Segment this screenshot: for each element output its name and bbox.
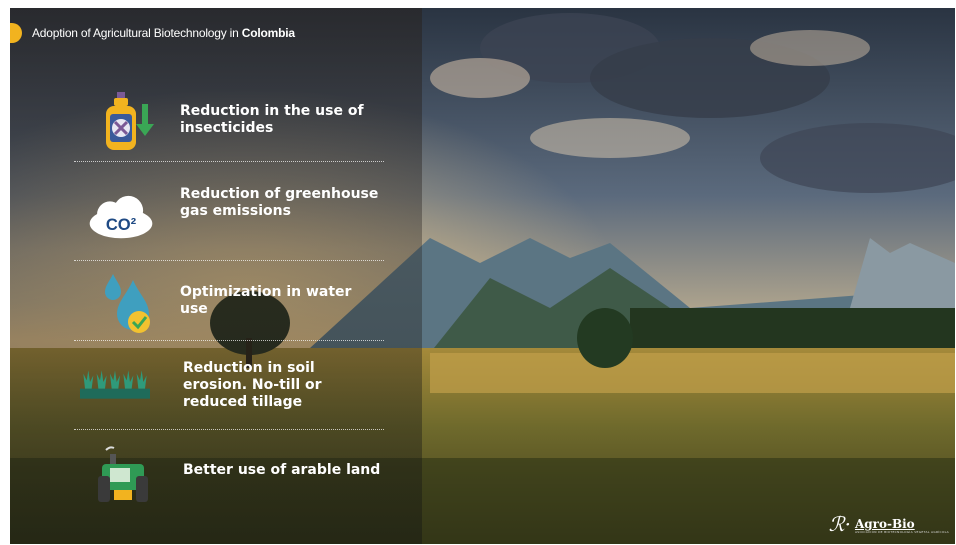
benefit-label: Reduction of greenhouse gas emissions (180, 186, 379, 219)
slide: Adoption of Agricultural Biotechnology i… (10, 8, 955, 544)
benefit-label: Reduction in soil erosion. No-till or re… (183, 360, 322, 410)
insecticide-bottle-icon (90, 90, 160, 154)
divider (74, 429, 384, 430)
benefit-item-arable-land: Better use of arable land (80, 436, 390, 506)
co2-cloud-icon: CO² (86, 194, 156, 242)
slide-title: Adoption of Agricultural Biotechnology i… (32, 26, 295, 40)
divider (74, 161, 384, 162)
benefit-item-soil: Reduction in soil erosion. No-till or re… (80, 350, 390, 426)
title-bar: Adoption of Agricultural Biotechnology i… (10, 22, 295, 44)
benefit-item-emissions: CO² Reduction of greenhouse gas emission… (80, 178, 390, 258)
info-panel: Adoption of Agricultural Biotechnology i… (10, 8, 422, 544)
agro-bio-logo: ℛ· Agro-Bio ASOCIACIÓN DE BIOTECNOLOGÍA … (829, 514, 949, 534)
divider (74, 340, 384, 341)
benefit-item-insecticides: Reduction in the use of insecticides (80, 86, 390, 158)
tractor-icon (88, 442, 158, 506)
benefit-item-water: Optimization in water use (80, 270, 390, 340)
water-drops-icon (94, 270, 164, 336)
benefit-label: Reduction in the use of insecticides (180, 103, 364, 136)
benefit-label: Optimization in water use (180, 284, 352, 317)
crop-rows-icon (80, 360, 150, 404)
benefit-label: Better use of arable land (183, 462, 381, 478)
logo-tagline: ASOCIACIÓN DE BIOTECNOLOGÍA VEGETAL AGRÍ… (854, 530, 949, 534)
logo-mark-icon: ℛ· (828, 512, 851, 536)
logo-name: Agro-Bio (854, 517, 915, 531)
co2-text: CO² (106, 215, 137, 234)
title-accent (10, 23, 22, 43)
divider (74, 260, 384, 261)
